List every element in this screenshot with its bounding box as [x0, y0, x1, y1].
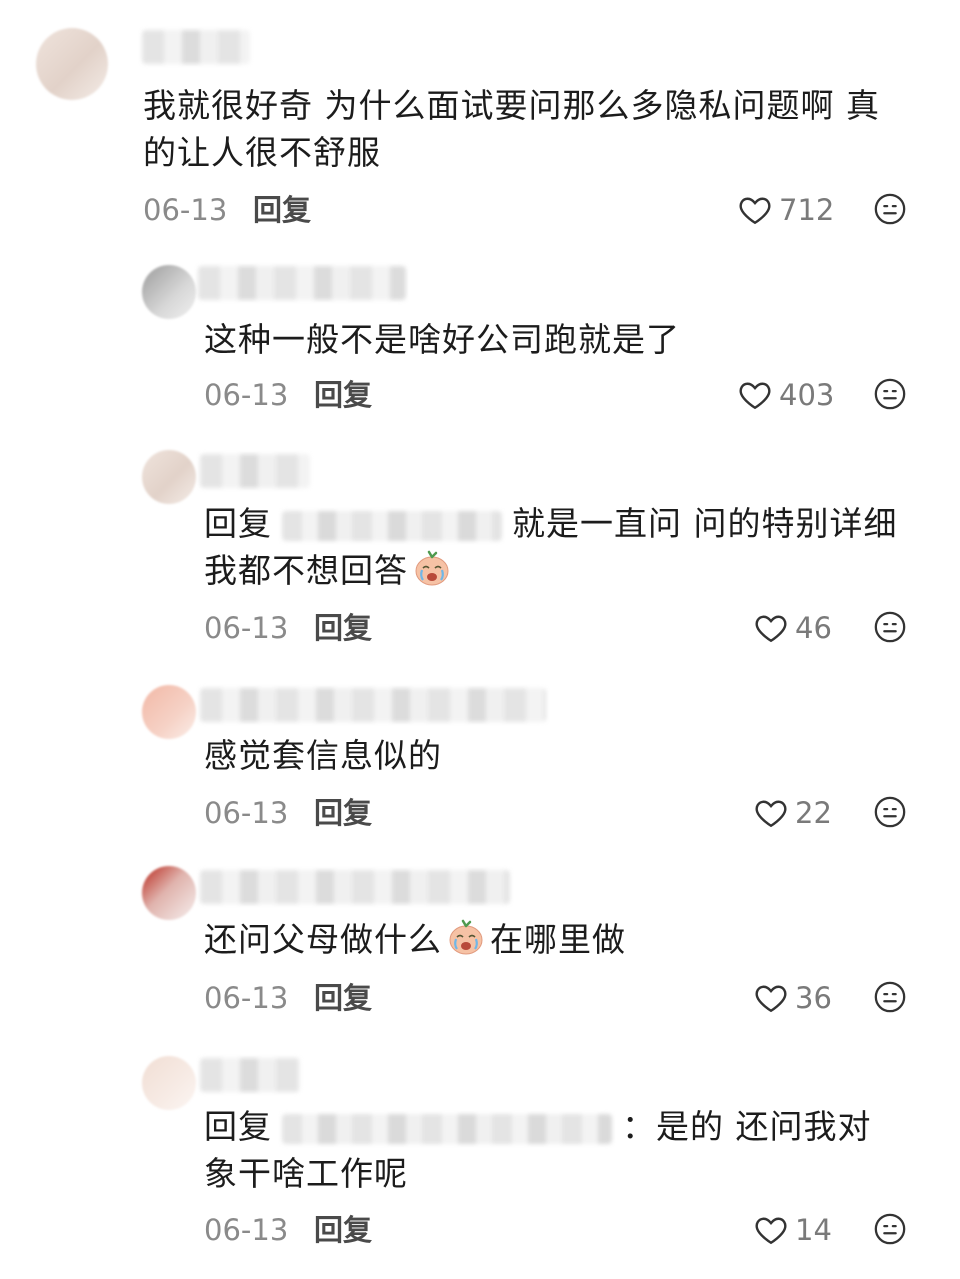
comment-meta: 06-13 回复 22	[204, 793, 924, 833]
avatar[interactable]	[36, 28, 108, 100]
like-button[interactable]: 14	[753, 1210, 832, 1250]
reply-prefix: 回复	[204, 504, 272, 543]
avatar[interactable]	[142, 450, 196, 504]
avatar[interactable]	[142, 685, 196, 739]
comment-meta: 06-13 回复 36	[204, 978, 924, 1018]
like-button[interactable]: 36	[753, 978, 832, 1018]
avatar[interactable]	[142, 866, 196, 920]
comment-meta: 06-13 回复 46	[204, 608, 924, 648]
like-count: 22	[795, 796, 832, 830]
crying-face-emoji	[415, 550, 449, 586]
comment-meta: 06-13 回复 14	[204, 1210, 924, 1250]
heart-outline-icon	[739, 382, 771, 410]
comment-text: 回复 ：是的 还问我对象干啥工作呢	[204, 1103, 904, 1197]
like-button[interactable]: 46	[753, 608, 832, 648]
comment-body-b: 在哪里做	[490, 920, 626, 959]
like-count: 403	[779, 378, 835, 412]
like-count: 712	[779, 193, 835, 227]
reply-button[interactable]: 回复	[253, 190, 311, 230]
meh-face-icon[interactable]	[873, 795, 907, 829]
like-button[interactable]: 403	[737, 375, 834, 415]
heart-outline-icon	[755, 615, 787, 643]
comment-date: 06-13	[143, 193, 228, 227]
like-button[interactable]: 712	[737, 190, 834, 230]
comment-text: 回复 就是一直问 问的特别详细 我都不想回答	[204, 500, 904, 594]
reply-button[interactable]: 回复	[314, 375, 372, 415]
meh-face-icon[interactable]	[873, 1212, 907, 1246]
comment-date: 06-13	[204, 1213, 289, 1247]
comment-date: 06-13	[204, 611, 289, 645]
heart-outline-icon	[755, 985, 787, 1013]
username-blurred[interactable]	[200, 454, 310, 488]
heart-outline-icon	[755, 1217, 787, 1245]
reply-prefix: 回复	[204, 1107, 272, 1146]
reply-button[interactable]: 回复	[314, 793, 372, 833]
like-count: 14	[795, 1213, 832, 1247]
meh-face-icon[interactable]	[873, 192, 907, 226]
comment-date: 06-13	[204, 378, 289, 412]
mention-blurred[interactable]	[282, 510, 502, 541]
comment-date: 06-13	[204, 796, 289, 830]
meh-face-icon[interactable]	[873, 610, 907, 644]
comment-text: 我就很好奇 为什么面试要问那么多隐私问题啊 真的让人很不舒服	[143, 86, 880, 172]
reply-button[interactable]: 回复	[314, 978, 372, 1018]
avatar[interactable]	[142, 265, 196, 319]
like-count: 46	[795, 611, 832, 645]
username-blurred[interactable]	[200, 688, 546, 722]
username-blurred[interactable]	[198, 266, 406, 300]
comment-body-a: 还问父母做什么	[204, 920, 442, 959]
comment-meta: 06-13 回复 403	[204, 375, 924, 415]
username-blurred[interactable]	[200, 1058, 300, 1092]
comment-date: 06-13	[204, 981, 289, 1015]
heart-outline-icon	[755, 800, 787, 828]
comment-text: 感觉套信息似的	[204, 736, 442, 775]
comment-meta: 06-13 回复 712	[143, 190, 923, 230]
meh-face-icon[interactable]	[873, 980, 907, 1014]
reply-button[interactable]: 回复	[314, 1210, 372, 1250]
meh-face-icon[interactable]	[873, 377, 907, 411]
mention-blurred[interactable]	[282, 1113, 612, 1144]
username-blurred[interactable]	[142, 30, 250, 64]
comment-text: 还问父母做什么 在哪里做	[204, 916, 904, 963]
username-blurred[interactable]	[200, 870, 510, 904]
reply-button[interactable]: 回复	[314, 608, 372, 648]
avatar[interactable]	[142, 1056, 196, 1110]
like-button[interactable]: 22	[753, 793, 832, 833]
comment-text: 这种一般不是啥好公司跑就是了	[204, 320, 680, 359]
like-count: 36	[795, 981, 832, 1015]
crying-face-emoji	[449, 919, 483, 955]
heart-outline-icon	[739, 197, 771, 225]
